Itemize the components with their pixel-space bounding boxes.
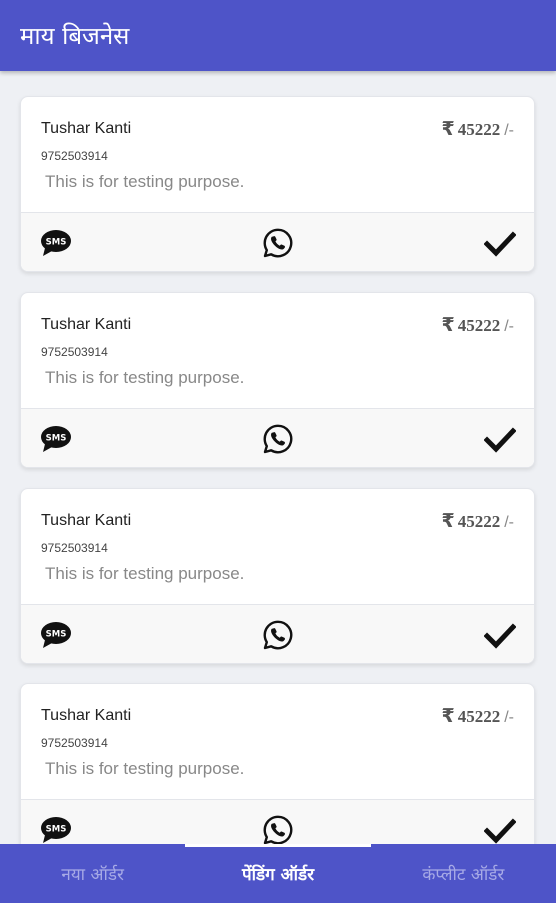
order-card[interactable]: Tushar Kanti 9752503914 This is for test… — [20, 96, 535, 272]
customer-name: Tushar Kanti — [41, 120, 132, 137]
whatsapp-icon — [263, 815, 293, 844]
whatsapp-button[interactable] — [262, 814, 294, 844]
complete-button[interactable] — [484, 814, 516, 844]
order-amount: ₹ 45222 /- — [441, 705, 514, 727]
sms-icon: SMS — [41, 426, 71, 452]
order-note: This is for testing purpose. — [45, 368, 245, 387]
order-actions: SMS — [21, 799, 534, 844]
customer-name: Tushar Kanti — [41, 512, 132, 529]
whatsapp-icon — [263, 620, 293, 650]
amount-suffix: /- — [504, 709, 514, 726]
whatsapp-icon — [263, 228, 293, 258]
checkmark-icon — [484, 427, 516, 453]
order-amount: ₹ 45222 /- — [441, 118, 514, 140]
customer-phone: 9752503914 — [41, 541, 108, 555]
customer-name: Tushar Kanti — [41, 316, 132, 333]
svg-text:SMS: SMS — [46, 825, 67, 835]
order-amount: ₹ 45222 /- — [441, 510, 514, 532]
order-actions: SMS — [21, 212, 534, 271]
order-amount: ₹ 45222 /- — [441, 314, 514, 336]
sms-icon: SMS — [41, 622, 71, 648]
sms-icon: SMS — [41, 230, 71, 256]
tab-completed-orders[interactable]: कंप्लीट ऑर्डर — [371, 844, 556, 903]
amount-value: 45222 — [457, 120, 501, 139]
whatsapp-button[interactable] — [262, 619, 294, 651]
complete-button[interactable] — [484, 423, 516, 455]
order-card[interactable]: Tushar Kanti 9752503914 This is for test… — [20, 488, 535, 664]
order-card-body: Tushar Kanti 9752503914 This is for test… — [21, 684, 534, 800]
checkmark-icon — [484, 231, 516, 257]
checkmark-icon — [484, 623, 516, 649]
customer-phone: 9752503914 — [41, 736, 108, 750]
amount-suffix: /- — [504, 318, 514, 335]
order-card[interactable]: Tushar Kanti 9752503914 This is for test… — [20, 683, 535, 844]
checkmark-icon — [484, 818, 516, 844]
order-note: This is for testing purpose. — [45, 564, 245, 583]
svg-text:SMS: SMS — [46, 434, 67, 444]
order-card-body: Tushar Kanti 9752503914 This is for test… — [21, 293, 534, 409]
app-bar: माय बिजनेस — [0, 0, 556, 71]
tab-pending-orders[interactable]: पेंडिंग ऑर्डर — [185, 844, 371, 903]
amount-value: 45222 — [457, 512, 501, 531]
rupee-icon: ₹ — [441, 118, 455, 140]
sms-button[interactable]: SMS — [40, 814, 72, 844]
order-note: This is for testing purpose. — [45, 759, 245, 778]
customer-phone: 9752503914 — [41, 345, 108, 359]
svg-text:SMS: SMS — [46, 238, 67, 248]
whatsapp-icon — [263, 424, 293, 454]
customer-phone: 9752503914 — [41, 149, 108, 163]
rupee-icon: ₹ — [441, 510, 455, 532]
customer-name: Tushar Kanti — [41, 707, 132, 724]
sms-button[interactable]: SMS — [40, 423, 72, 455]
whatsapp-button[interactable] — [262, 423, 294, 455]
svg-text:SMS: SMS — [46, 630, 67, 640]
order-card-body: Tushar Kanti 9752503914 This is for test… — [21, 489, 534, 605]
complete-button[interactable] — [484, 619, 516, 651]
amount-suffix: /- — [504, 122, 514, 139]
sms-icon: SMS — [41, 817, 71, 843]
complete-button[interactable] — [484, 227, 516, 259]
order-note: This is for testing purpose. — [45, 172, 245, 191]
rupee-icon: ₹ — [441, 705, 455, 727]
sms-button[interactable]: SMS — [40, 619, 72, 651]
bottom-nav: नया ऑर्डर पेंडिंग ऑर्डर कंप्लीट ऑर्डर — [0, 844, 556, 903]
order-card[interactable]: Tushar Kanti 9752503914 This is for test… — [20, 292, 535, 468]
order-card-body: Tushar Kanti 9752503914 This is for test… — [21, 97, 534, 213]
order-list[interactable]: Tushar Kanti 9752503914 This is for test… — [0, 71, 556, 844]
amount-value: 45222 — [457, 316, 501, 335]
app-title: माय बिजनेस — [20, 22, 130, 50]
amount-suffix: /- — [504, 514, 514, 531]
whatsapp-button[interactable] — [262, 227, 294, 259]
tab-new-orders[interactable]: नया ऑर्डर — [0, 844, 185, 903]
order-actions: SMS — [21, 604, 534, 663]
amount-value: 45222 — [457, 707, 501, 726]
order-actions: SMS — [21, 408, 534, 467]
rupee-icon: ₹ — [441, 314, 455, 336]
sms-button[interactable]: SMS — [40, 227, 72, 259]
